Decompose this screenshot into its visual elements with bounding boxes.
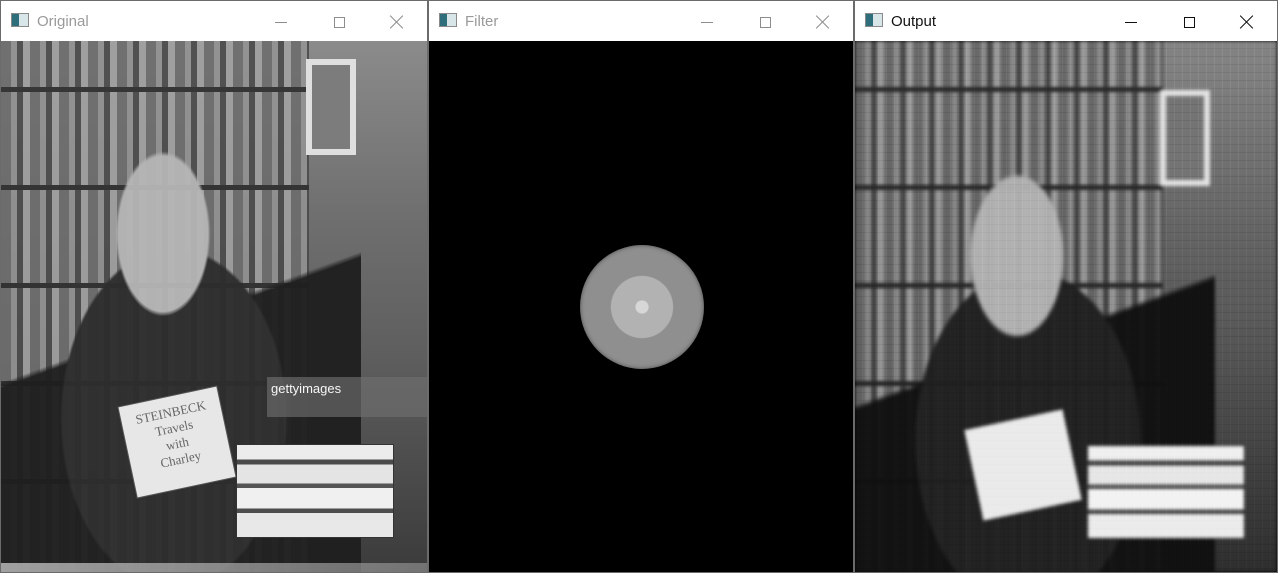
app-window-icon	[865, 13, 883, 27]
maximize-button[interactable]	[1166, 7, 1212, 37]
minimize-icon	[701, 21, 713, 23]
filter-image	[429, 41, 853, 572]
minimize-button[interactable]	[1108, 7, 1154, 37]
watermark-brand: gettyimages	[271, 381, 342, 396]
filter-window: Filter	[428, 0, 854, 573]
book-stack	[237, 445, 393, 537]
maximize-button[interactable]	[742, 7, 788, 37]
original-titlebar[interactable]: Original	[1, 1, 427, 41]
close-icon	[816, 15, 830, 29]
minimize-button[interactable]	[684, 7, 730, 37]
close-button[interactable]	[1224, 7, 1270, 37]
background-strip	[1, 563, 427, 572]
filter-titlebar[interactable]: Filter	[429, 1, 853, 41]
window-title: Filter	[465, 13, 499, 30]
minimize-icon	[275, 21, 287, 23]
window-title: Output	[891, 13, 937, 30]
output-titlebar[interactable]: Output	[855, 1, 1277, 41]
maximize-icon	[759, 16, 771, 28]
app-window-icon	[439, 13, 457, 27]
close-icon	[1240, 15, 1254, 29]
close-button[interactable]	[374, 7, 420, 37]
minimize-icon	[1125, 21, 1137, 23]
maximize-icon	[1183, 16, 1195, 28]
filter-artifacts	[855, 41, 1277, 572]
app-window-icon	[11, 13, 29, 27]
original-window: Original STEINBECK Travels with Charley …	[0, 0, 428, 573]
original-image: STEINBECK Travels with Charley gettyimag…	[1, 41, 427, 572]
maximize-icon	[333, 16, 345, 28]
window-title: Original	[37, 13, 89, 30]
output-image	[855, 41, 1277, 572]
getty-watermark: gettyimages	[267, 377, 427, 417]
close-icon	[390, 15, 404, 29]
maximize-button[interactable]	[316, 7, 362, 37]
minimize-button[interactable]	[258, 7, 304, 37]
output-window: Output	[854, 0, 1278, 573]
close-button[interactable]	[800, 7, 846, 37]
frequency-filter-disk	[580, 245, 704, 369]
